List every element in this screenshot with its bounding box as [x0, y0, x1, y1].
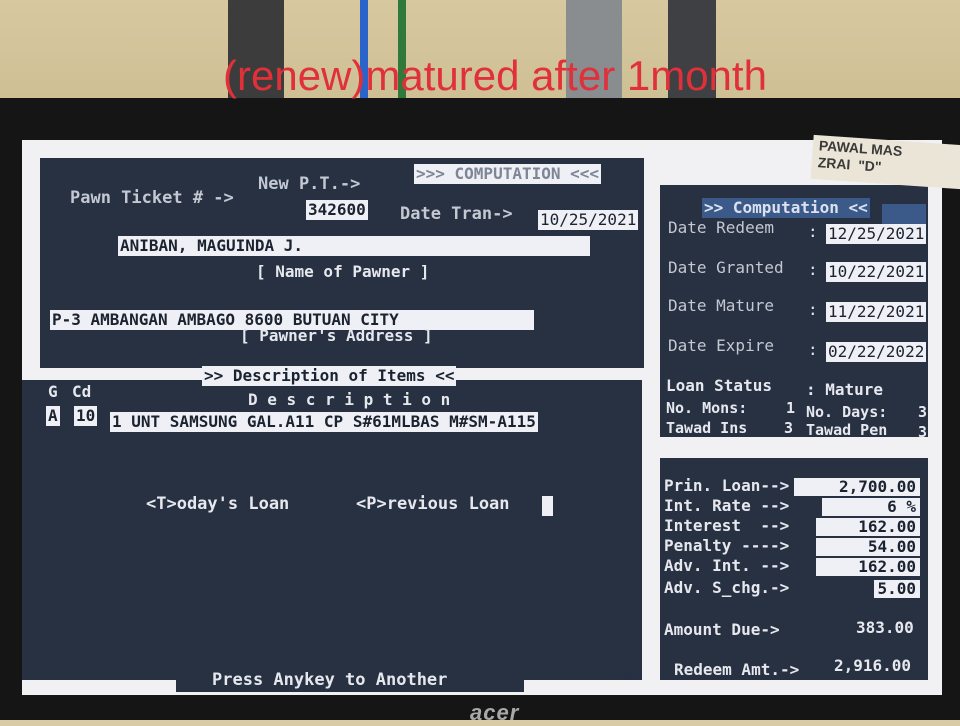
date-redeem-value: 12/25/2021 [826, 224, 927, 244]
date-expire-label: Date Expire [668, 336, 774, 355]
terminal-screen: >>> COMPUTATION <<< New P.T.-> Pawn Tick… [22, 140, 942, 695]
date-granted-colon: : [808, 260, 818, 279]
penalty-value: 54.00 [816, 538, 920, 556]
adv-int-label: Adv. Int. --> [664, 556, 790, 575]
penalty-label: Penalty ----> [664, 536, 790, 555]
no-mons-label: No. Mons: [666, 399, 748, 417]
prin-loan-label: Prin. Loan--> [664, 476, 790, 495]
interest-value: 162.00 [816, 518, 920, 536]
no-days-value: 3 [918, 403, 928, 421]
pawner-address-caption: [ Pawner's Address ] [240, 326, 433, 345]
redeem-amt-label: Redeem Amt.-> [674, 660, 800, 679]
computation-banner: >>> COMPUTATION <<< [414, 164, 602, 184]
photo-caption: (renew)matured after 1month [223, 52, 767, 99]
pawn-ticket-label: Pawn Ticket # -> [70, 188, 234, 208]
pawner-name-text: ANIBAN, MAGUINDA J. [120, 236, 304, 255]
interest-label: Interest --> [664, 516, 790, 535]
date-redeem-label: Date Redeem [668, 218, 774, 237]
item-description[interactable]: 1 UNT SAMSUNG GAL.A11 CP S#61MLBAS M#SM-… [110, 412, 538, 432]
redeem-amt-value: 2,916.00 [834, 656, 912, 675]
date-tran-label: Date Tran-> [400, 204, 513, 224]
date-expire-value: 02/22/2022 [826, 342, 927, 362]
tawad-ins-label: Tawad Ins [666, 419, 748, 437]
adv-schg-value: 5.00 [874, 580, 920, 598]
text-cursor [542, 496, 553, 516]
adv-schg-label: Adv. S_chg.-> [664, 578, 790, 597]
items-title: >> Description of Items << [202, 366, 457, 386]
date-redeem-colon: : [808, 222, 818, 241]
prin-loan-value: 2,700.00 [794, 478, 920, 496]
computation-title: >> Computation << [702, 198, 870, 218]
rn-indicator: RN [618, 666, 635, 682]
no-days-label: No. Days: [806, 403, 888, 421]
tawad-pen-label: Tawad Pen [806, 421, 888, 439]
items-col-g: G [48, 382, 58, 401]
int-rate-value: 6 % [822, 498, 920, 516]
date-granted-value: 10/22/2021 [826, 262, 927, 282]
loan-status-value: : Mature [806, 380, 884, 399]
item-grade[interactable]: A [46, 406, 60, 426]
amount-due-label: Amount Due-> [664, 620, 780, 639]
tawad-ins-value: 3 [784, 419, 794, 437]
int-rate-label: Int. Rate --> [664, 496, 790, 515]
todays-loan-option[interactable]: <T>oday's Loan [146, 494, 289, 514]
new-pt-label: New P.T.-> [258, 174, 361, 194]
date-mature-value: 11/22/2021 [826, 302, 927, 322]
loan-status-label: Loan Status [666, 376, 772, 395]
tawad-pen-value: 3 [918, 423, 928, 441]
date-tran-value: 10/25/2021 [538, 210, 639, 230]
pawn-ticket-number: 342600 [306, 200, 368, 220]
items-col-cd: Cd [72, 382, 92, 401]
date-mature-colon: : [808, 300, 818, 319]
items-col-description: D e s c r i p t i o n [248, 390, 451, 409]
previous-loan-option[interactable]: <P>revious Loan [356, 494, 510, 514]
adv-int-value: 162.00 [816, 558, 920, 576]
date-expire-colon: : [808, 340, 818, 359]
date-granted-label: Date Granted [668, 258, 784, 277]
date-mature-label: Date Mature [668, 296, 774, 315]
pawner-name-caption: [ Name of Pawner ] [256, 262, 430, 281]
monitor-brand-logo: acer [470, 700, 520, 725]
title-accent-block [882, 204, 926, 224]
amount-due-value: 383.00 [856, 618, 914, 637]
item-code[interactable]: 10 [74, 406, 98, 426]
press-anykey-text: Press Anykey to Another [212, 670, 448, 690]
no-mons-value: 1 [786, 399, 796, 417]
